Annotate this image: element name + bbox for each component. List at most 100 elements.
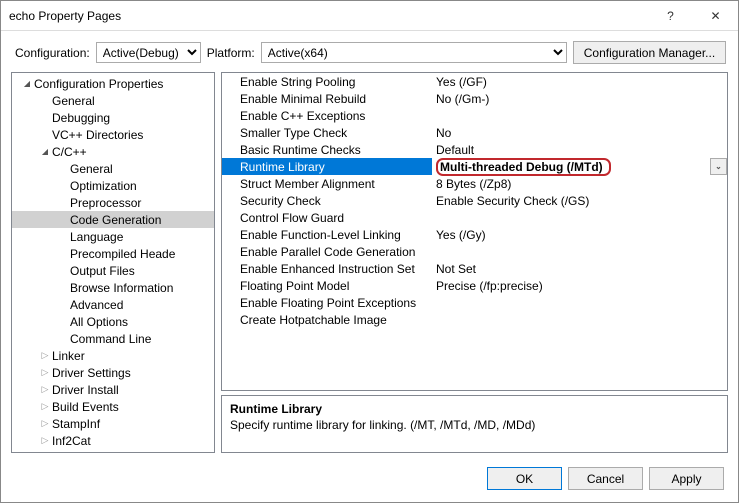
property-value[interactable]: Multi-threaded Debug (/MTd)⌄	[432, 158, 727, 176]
property-value[interactable]: No	[432, 126, 727, 140]
tree-arrow-icon[interactable]	[38, 350, 52, 361]
tree-item[interactable]: C/C++	[12, 143, 214, 160]
tree-item-label: Debugging	[52, 111, 110, 125]
tree-item-label: Build Events	[52, 400, 119, 414]
tree-item[interactable]: Preprocessor	[12, 194, 214, 211]
tree-arrow-icon[interactable]	[38, 435, 52, 446]
tree-item[interactable]: Browse Information	[12, 279, 214, 296]
tree-item-label: Advanced	[70, 298, 123, 312]
property-label: Runtime Library	[222, 160, 432, 174]
tree-item[interactable]: General	[12, 92, 214, 109]
property-value[interactable]: No (/Gm-)	[432, 92, 727, 106]
property-label: Basic Runtime Checks	[222, 143, 432, 157]
property-label: Enable Floating Point Exceptions	[222, 296, 432, 310]
property-row[interactable]: Control Flow Guard	[222, 209, 727, 226]
property-value[interactable]: Default	[432, 143, 727, 157]
tree-item-label: Driver Settings	[52, 366, 131, 380]
dialog-buttons: OK Cancel Apply	[1, 459, 738, 502]
content-area: Configuration PropertiesGeneralDebugging…	[1, 72, 738, 459]
tree-item-label: C/C++	[52, 145, 87, 159]
property-value[interactable]: Yes (/GF)	[432, 75, 727, 89]
title-bar: echo Property Pages ? ✕	[1, 1, 738, 31]
tree-item-label: Command Line	[70, 332, 151, 346]
property-row[interactable]: Create Hotpatchable Image	[222, 311, 727, 328]
tree-item-label: Browse Information	[70, 281, 173, 295]
property-row[interactable]: Smaller Type CheckNo	[222, 124, 727, 141]
help-button[interactable]: ?	[648, 1, 693, 31]
tree-arrow-icon[interactable]	[20, 78, 34, 89]
nav-tree[interactable]: Configuration PropertiesGeneralDebugging…	[12, 73, 214, 452]
tree-item[interactable]: VC++ Directories	[12, 126, 214, 143]
property-value[interactable]: Precise (/fp:precise)	[432, 279, 727, 293]
tree-item[interactable]: StampInf	[12, 415, 214, 432]
tree-item[interactable]: Debugging	[12, 109, 214, 126]
tree-item[interactable]: All Options	[12, 313, 214, 330]
property-label: Create Hotpatchable Image	[222, 313, 432, 327]
tree-item-label: StampInf	[52, 417, 100, 431]
property-value[interactable]: Enable Security Check (/GS)	[432, 194, 727, 208]
apply-button[interactable]: Apply	[649, 467, 724, 490]
tree-item[interactable]: Driver Settings	[12, 364, 214, 381]
cancel-button[interactable]: Cancel	[568, 467, 643, 490]
tree-item[interactable]: Output Files	[12, 262, 214, 279]
configuration-manager-button[interactable]: Configuration Manager...	[573, 41, 726, 64]
property-value[interactable]: Yes (/Gy)	[432, 228, 727, 242]
tree-item-label: Output Files	[70, 264, 135, 278]
tree-item[interactable]: Inf2Cat	[12, 432, 214, 449]
tree-item-label: Driver Signing	[52, 451, 127, 453]
tree-item-label: Inf2Cat	[52, 434, 91, 448]
tree-item[interactable]: Advanced	[12, 296, 214, 313]
property-grid[interactable]: Enable String PoolingYes (/GF)Enable Min…	[221, 72, 728, 391]
description-text: Specify runtime library for linking. (/M…	[230, 418, 719, 432]
description-panel: Runtime Library Specify runtime library …	[221, 395, 728, 453]
property-row[interactable]: Enable Minimal RebuildNo (/Gm-)	[222, 90, 727, 107]
window-title: echo Property Pages	[9, 9, 648, 23]
tree-item[interactable]: General	[12, 160, 214, 177]
tree-item[interactable]: Command Line	[12, 330, 214, 347]
tree-item[interactable]: Language	[12, 228, 214, 245]
right-pane: Enable String PoolingYes (/GF)Enable Min…	[221, 72, 728, 453]
property-row[interactable]: Basic Runtime ChecksDefault	[222, 141, 727, 158]
chevron-down-icon[interactable]: ⌄	[710, 158, 727, 175]
tree-item[interactable]: Build Events	[12, 398, 214, 415]
property-row[interactable]: Enable Parallel Code Generation	[222, 243, 727, 260]
property-value[interactable]: Not Set	[432, 262, 727, 276]
tree-arrow-icon[interactable]	[38, 418, 52, 429]
property-row[interactable]: Enable Floating Point Exceptions	[222, 294, 727, 311]
close-icon: ✕	[710, 9, 720, 23]
tree-item-label: Configuration Properties	[34, 77, 163, 91]
tree-item[interactable]: Code Generation	[12, 211, 214, 228]
property-value[interactable]: 8 Bytes (/Zp8)	[432, 177, 727, 191]
property-row[interactable]: Enable Function-Level LinkingYes (/Gy)	[222, 226, 727, 243]
tree-panel: Configuration PropertiesGeneralDebugging…	[11, 72, 215, 453]
tree-item[interactable]: Driver Install	[12, 381, 214, 398]
tree-arrow-icon[interactable]	[38, 384, 52, 395]
tree-item-label: Optimization	[70, 179, 137, 193]
tree-item-label: Code Generation	[70, 213, 161, 227]
property-row[interactable]: Runtime LibraryMulti-threaded Debug (/MT…	[222, 158, 727, 175]
tree-item-label: Driver Install	[52, 383, 119, 397]
tree-item-label: Preprocessor	[70, 196, 141, 210]
tree-arrow-icon[interactable]	[38, 367, 52, 378]
platform-select[interactable]: Active(x64)	[261, 42, 567, 63]
property-row[interactable]: Enable String PoolingYes (/GF)	[222, 73, 727, 90]
property-row[interactable]: Security CheckEnable Security Check (/GS…	[222, 192, 727, 209]
tree-item[interactable]: Precompiled Heade	[12, 245, 214, 262]
tree-item[interactable]: Optimization	[12, 177, 214, 194]
configuration-select[interactable]: Active(Debug)	[96, 42, 201, 63]
tree-item-label: Precompiled Heade	[70, 247, 175, 261]
property-row[interactable]: Struct Member Alignment8 Bytes (/Zp8)	[222, 175, 727, 192]
tree-item[interactable]: Configuration Properties	[12, 75, 214, 92]
property-row[interactable]: Floating Point ModelPrecise (/fp:precise…	[222, 277, 727, 294]
property-label: Enable C++ Exceptions	[222, 109, 432, 123]
tree-item[interactable]: Linker	[12, 347, 214, 364]
property-row[interactable]: Enable Enhanced Instruction SetNot Set	[222, 260, 727, 277]
ok-button[interactable]: OK	[487, 467, 562, 490]
close-button[interactable]: ✕	[693, 1, 738, 31]
tree-arrow-icon[interactable]	[38, 146, 52, 157]
property-label: Security Check	[222, 194, 432, 208]
property-label: Enable Parallel Code Generation	[222, 245, 432, 259]
tree-arrow-icon[interactable]	[38, 401, 52, 412]
property-row[interactable]: Enable C++ Exceptions	[222, 107, 727, 124]
tree-item[interactable]: Driver Signing	[12, 449, 214, 452]
